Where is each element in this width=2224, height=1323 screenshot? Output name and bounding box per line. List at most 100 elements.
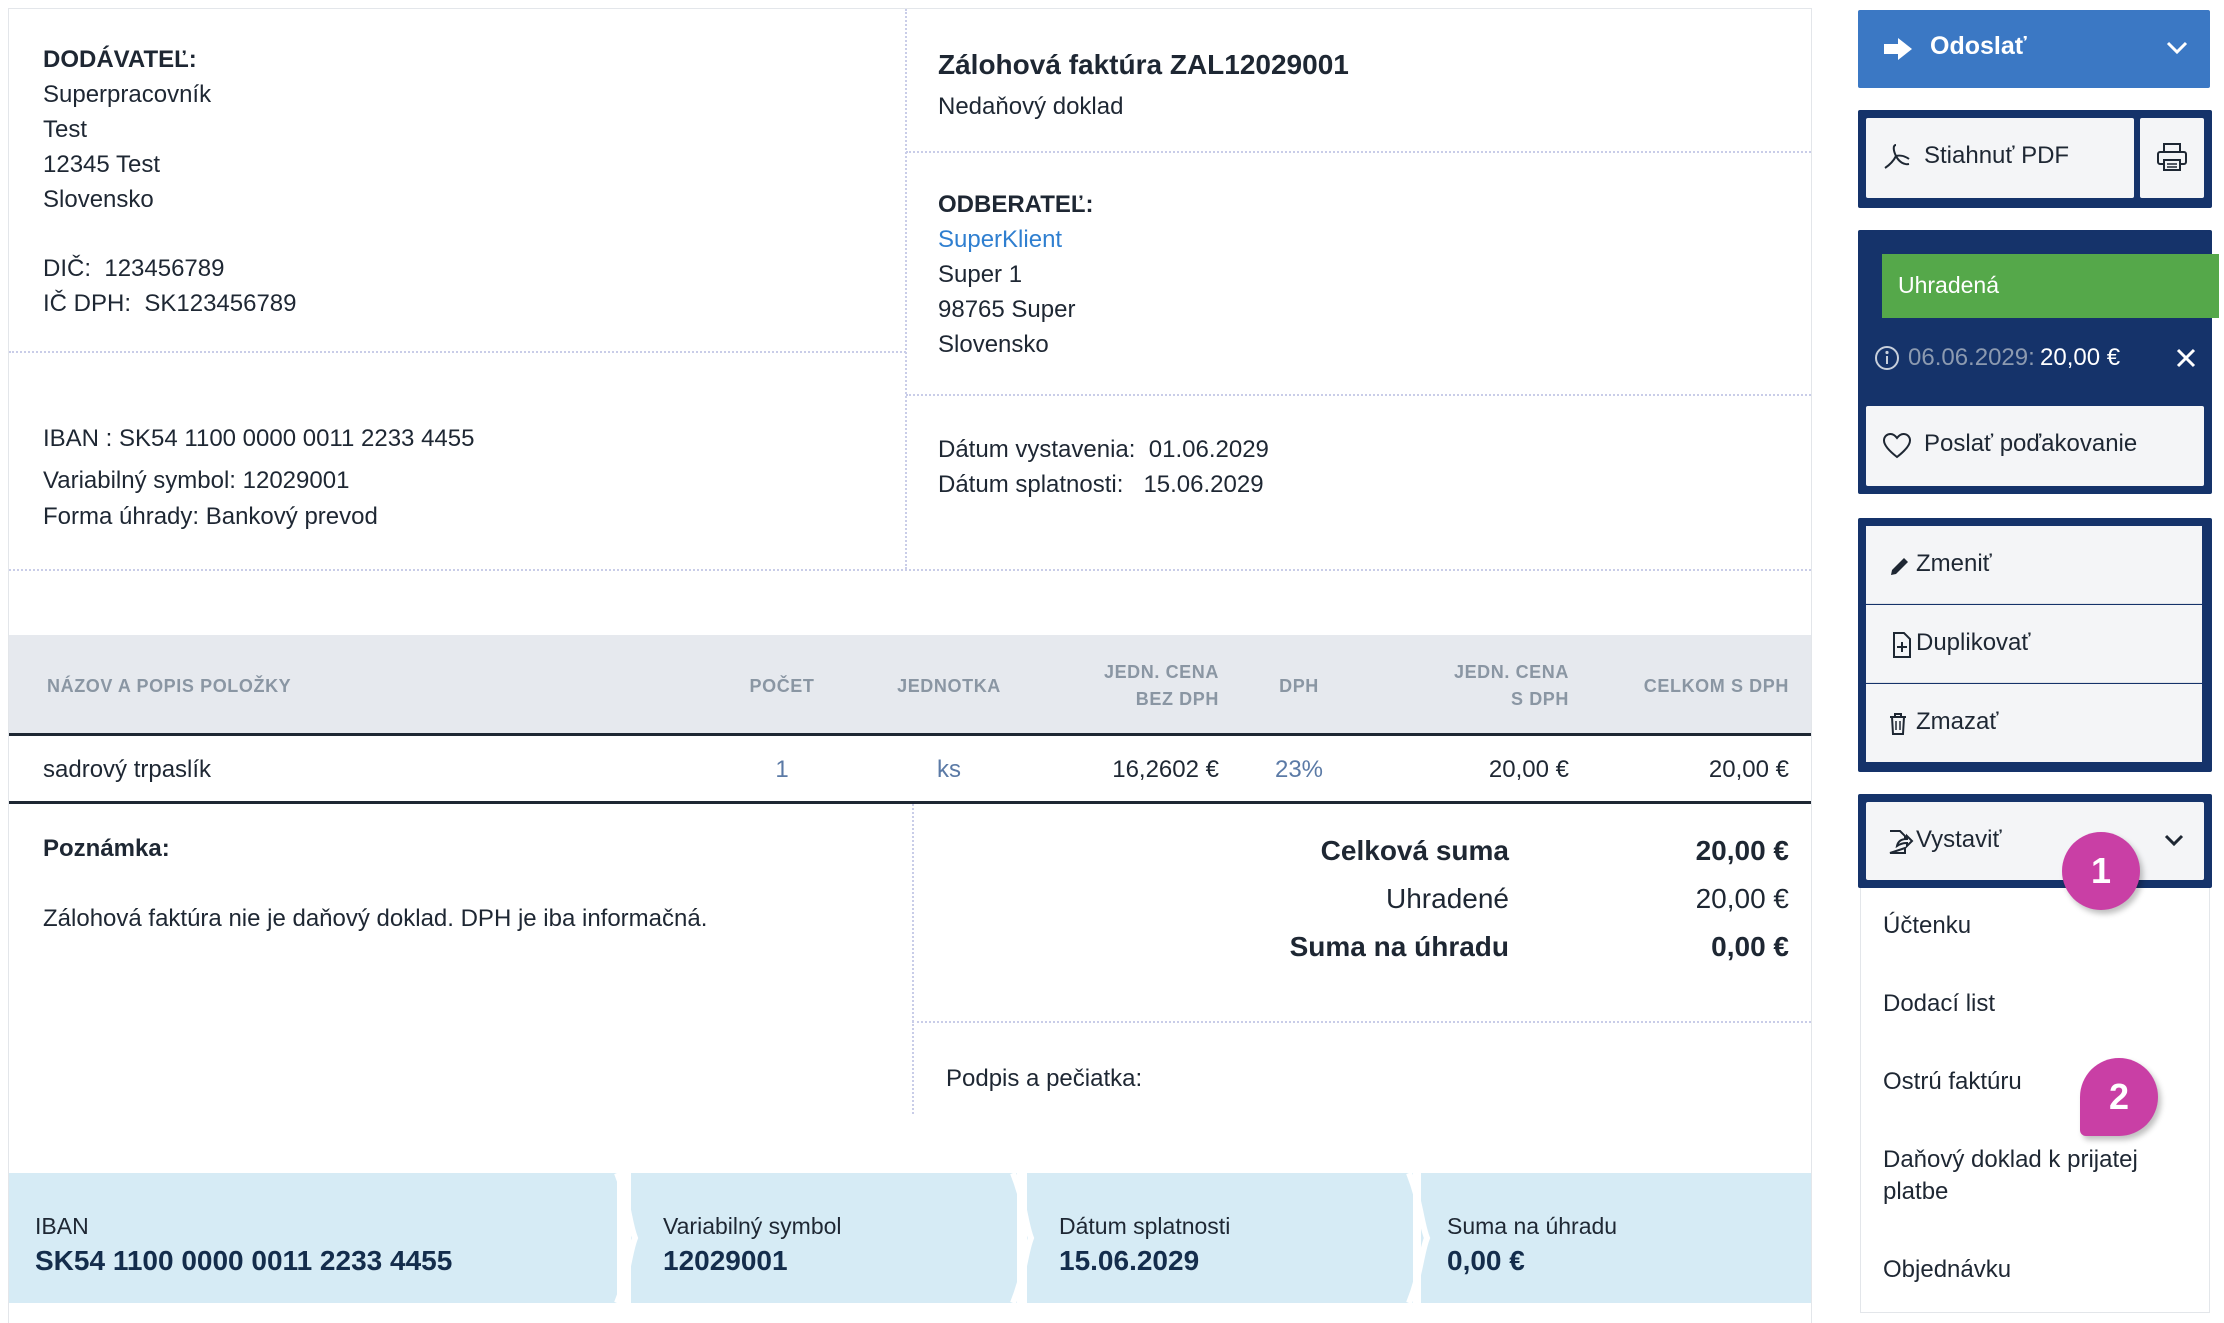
payment-info-block: IBAN : SK54 1100 0000 0011 2233 4455 Var…: [43, 421, 474, 535]
issue-date-label: Dátum vystavenia:: [938, 436, 1136, 463]
divider-right-customer: [906, 394, 1811, 396]
strip-vs-value: 12029001: [663, 1245, 788, 1276]
download-pdf-button[interactable]: Stiahnuť PDF: [1866, 118, 2134, 198]
send-thanks-button[interactable]: Poslať poďakovanie: [1866, 406, 2204, 486]
header-price-vat-line2: S DPH: [1510, 689, 1569, 709]
divider-right-title: [906, 151, 1811, 153]
issue-button[interactable]: Vystaviť: [1866, 802, 2204, 880]
payment-record: 06.06.2029: 20,00 €: [1874, 340, 2204, 380]
customer-name-link[interactable]: SuperKlient: [938, 222, 1094, 257]
strip-iban: IBAN SK54 1100 0000 0011 2233 4455: [9, 1173, 617, 1303]
strip-vs-label: Variabilný symbol: [663, 1213, 842, 1239]
duplicate-button[interactable]: Duplikovať: [1866, 605, 2202, 683]
issue-date-value: 01.06.2029: [1148, 436, 1269, 463]
strip-iban-label: IBAN: [35, 1213, 89, 1239]
status-badge: Uhradená: [1882, 254, 2219, 318]
divider-signature: [912, 1021, 1811, 1023]
row-price-no-vat: 16,2602 €: [1112, 756, 1219, 783]
customer-city: 98765 Super: [938, 296, 1076, 323]
divider-vertical-bottom: [912, 804, 914, 1114]
supplier-block: DODÁVATEĽ: Superpracovník Test 12345 Tes…: [43, 42, 211, 217]
header-item-name: NÁZOV A POPIS POLOŽKY: [47, 676, 292, 696]
header-total: CELKOM S DPH: [1643, 676, 1789, 696]
document-share-icon: [1889, 830, 1914, 854]
total-value: 20,00 €: [1695, 835, 1789, 866]
delete-button[interactable]: Zmazať: [1866, 684, 2202, 762]
strip-amount: Suma na úhradu 0,00 €: [1421, 1173, 1811, 1303]
header-price-vat-line1: JEDN. CENA: [1453, 662, 1569, 682]
strip-iban-value: SK54 1100 0000 0011 2233 4455: [35, 1245, 453, 1276]
issue-group: Vystaviť: [1858, 794, 2212, 888]
info-icon: [1875, 346, 1899, 370]
supplier-name: Superpracovník: [43, 81, 212, 108]
customer-heading: ODBERATEĽ:: [938, 191, 1094, 218]
icdph-value: SK123456789: [144, 290, 297, 317]
icdph-label: IČ DPH:: [43, 290, 132, 317]
chevron-down-icon[interactable]: [2166, 40, 2188, 56]
strip-amount-value: 0,00 €: [1447, 1245, 1525, 1276]
dic-label: DIČ:: [43, 255, 91, 282]
delete-label: Zmazať: [1916, 708, 1999, 735]
signature-label: Podpis a pečiatka:: [946, 1065, 1143, 1092]
document-subtitle: Nedaňový doklad: [938, 93, 1124, 120]
header-price-no-vat-line1: JEDN. CENA: [1103, 662, 1219, 682]
divider-before-table: [9, 569, 1811, 571]
send-button[interactable]: Odoslať: [1858, 10, 2210, 88]
header-price-no-vat: JEDN. CENA BEZ DPH: [1059, 659, 1219, 713]
due-date-label: Dátum splatnosti:: [938, 471, 1124, 498]
download-pdf-label: Stiahnuť PDF: [1924, 142, 2070, 169]
dic-value: 123456789: [104, 255, 225, 282]
document-title: Zálohová faktúra ZAL12029001: [938, 49, 1349, 80]
chevron-down-icon[interactable]: [2164, 834, 2184, 848]
payment-method-line: Forma úhrady: Bankový prevod: [43, 503, 378, 530]
issue-label: Vystaviť: [1916, 826, 2002, 853]
close-icon[interactable]: [2176, 348, 2196, 368]
arrow-right-icon: [1884, 38, 1912, 60]
header-price-vat: JEDN. CENA S DPH: [1409, 659, 1569, 713]
pencil-icon: [1891, 558, 1908, 575]
invoice-document: DODÁVATEĽ: Superpracovník Test 12345 Tes…: [8, 8, 1812, 1323]
strip-due-label: Dátum splatnosti: [1059, 1213, 1231, 1239]
issue-option-invoice[interactable]: Ostrú faktúru: [1883, 1066, 2022, 1098]
supplier-city: 12345 Test: [43, 151, 160, 178]
row-qty: 1: [775, 756, 789, 783]
header-price-no-vat-line2: BEZ DPH: [1135, 689, 1219, 709]
items-table-header: NÁZOV A POPIS POLOŽKY POČET JEDNOTKA JED…: [9, 635, 1811, 736]
note-text: Zálohová faktúra nie je daňový doklad. D…: [43, 905, 708, 932]
issue-option-delivery-note[interactable]: Dodací list: [1883, 988, 1995, 1020]
annotation-badge-1: 1: [2062, 832, 2140, 910]
row-vat: 23%: [1274, 756, 1324, 783]
paid-value: 20,00 €: [1695, 883, 1789, 914]
edit-button[interactable]: Zmeniť: [1866, 526, 2202, 604]
status-label: Uhradená: [1898, 272, 2000, 298]
row-total: 20,00 €: [1708, 756, 1789, 783]
strip-amount-label: Suma na úhradu: [1447, 1213, 1618, 1239]
issue-option-tax-document[interactable]: Daňový doklad k prijatej platbe: [1883, 1144, 2183, 1208]
annotation-badge-2: 2: [2080, 1058, 2158, 1136]
customer-street: Super 1: [938, 261, 1023, 288]
payment-date: 06.06.2029:: [1908, 344, 2035, 371]
header-vat: DPH: [1279, 676, 1319, 696]
supplier-country: Slovensko: [43, 186, 154, 213]
row-price-vat: 20,00 €: [1488, 756, 1569, 783]
variable-symbol-line: Variabilný symbol: 12029001: [43, 467, 350, 494]
issue-option-receipt[interactable]: Účtenku: [1883, 910, 1971, 942]
payment-amount: 20,00 €: [2040, 344, 2121, 371]
customer-block: ODBERATEĽ: SuperKlient Super 1 98765 Sup…: [938, 187, 1094, 362]
supplier-street: Test: [43, 116, 88, 143]
send-thanks-label: Poslať poďakovanie: [1924, 430, 2138, 457]
trash-icon: [1890, 713, 1906, 735]
iban-line: IBAN : SK54 1100 0000 0011 2233 4455: [43, 425, 475, 452]
print-button[interactable]: [2140, 118, 2204, 198]
supplier-heading: DODÁVATEĽ:: [43, 46, 197, 73]
duplicate-label: Duplikovať: [1916, 629, 2031, 656]
edit-label: Zmeniť: [1916, 550, 1992, 577]
amount-due-label: Suma na úhradu: [1289, 931, 1509, 962]
strip-separator-3: [1406, 1173, 1431, 1303]
customer-country: Slovensko: [938, 331, 1049, 358]
duplicate-icon: [1893, 632, 1911, 658]
issue-option-order[interactable]: Objednávku: [1883, 1254, 2011, 1286]
pdf-print-group: Stiahnuť PDF: [1858, 110, 2212, 208]
paid-label: Uhradené: [1386, 883, 1509, 914]
strip-variable-symbol: Variabilný symbol 12029001: [631, 1173, 1017, 1303]
